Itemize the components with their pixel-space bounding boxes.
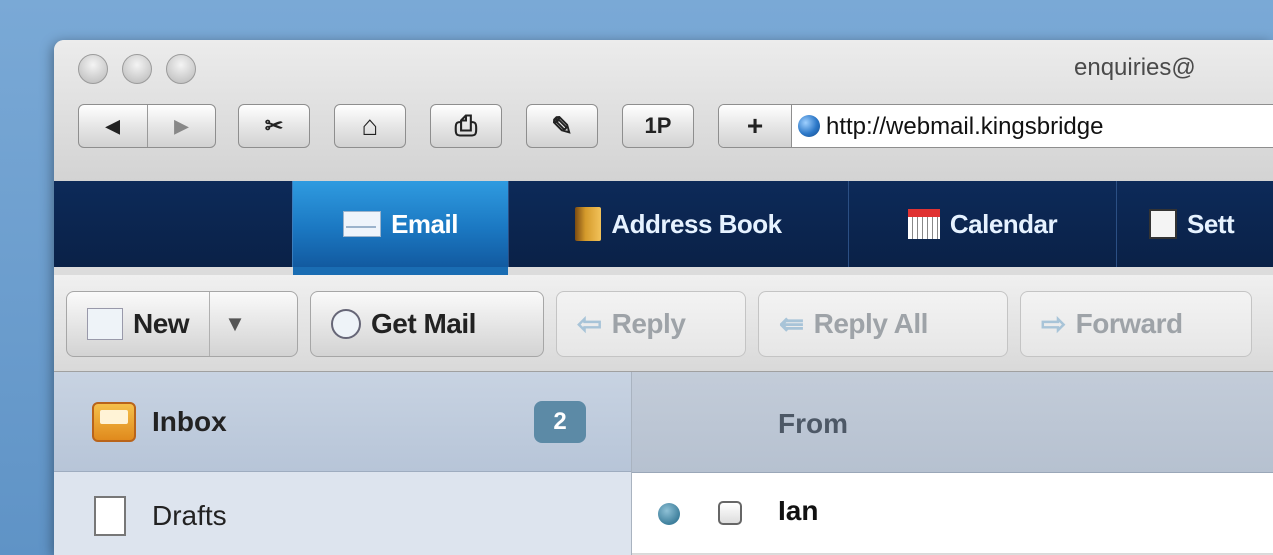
address-book-icon xyxy=(575,207,602,241)
new-label: New xyxy=(133,308,190,339)
new-dropdown-button[interactable]: ▼ xyxy=(210,292,259,356)
reply-all-button[interactable]: ⇚ Reply All xyxy=(758,291,1008,357)
app-nav: Email Address Book Calendar Sett xyxy=(54,181,1273,275)
get-mail-label: Get Mail xyxy=(371,308,476,339)
reply-label: Reply xyxy=(611,308,686,339)
message-sender: Ian xyxy=(778,495,819,526)
printer-icon: ⎙ xyxy=(454,109,478,141)
pencil-icon: ✎ xyxy=(551,110,573,141)
compose-icon xyxy=(87,308,123,340)
reply-all-label: Reply All xyxy=(813,308,929,339)
window-controls xyxy=(78,54,196,84)
url-field[interactable]: http://webmail.kingsbridge xyxy=(826,105,1103,147)
tab-email[interactable]: Email xyxy=(292,181,508,275)
folder-drafts[interactable]: Drafts xyxy=(54,476,631,555)
back-forward-control: ◀ ▶ xyxy=(78,104,216,148)
forward-arrow-icon: ⇨ xyxy=(1041,307,1066,341)
browser-window: enquiries@ ◀ ▶ ✂ ⌂ ⎙ ✎ 1P + http://webma… xyxy=(54,40,1273,555)
close-window-button[interactable] xyxy=(78,54,108,84)
get-mail-button[interactable]: Get Mail xyxy=(310,291,544,357)
tab-address-book[interactable]: Address Book xyxy=(508,181,848,267)
calendar-icon xyxy=(907,209,940,239)
address-bar: + http://webmail.kingsbridge xyxy=(718,104,1273,148)
back-arrow-icon: ◀ xyxy=(105,115,120,136)
reply-all-arrow-icon: ⇚ xyxy=(779,307,804,341)
tab-label: Email xyxy=(391,208,458,239)
tab-label: Sett xyxy=(1187,208,1235,239)
folder-inbox[interactable]: Inbox 2 xyxy=(54,372,631,472)
clip-button[interactable]: ✂ xyxy=(238,104,310,148)
print-button[interactable]: ⎙ xyxy=(430,104,502,148)
minimize-window-button[interactable] xyxy=(122,54,152,84)
unread-count-badge: 2 xyxy=(534,401,586,443)
envelope-icon xyxy=(343,211,382,237)
new-message-button[interactable]: New xyxy=(67,292,209,356)
forward-button[interactable]: ▶ xyxy=(148,105,216,147)
mail-toolbar: New ▼ Get Mail ⇦ Reply ⇚ Reply All ⇨ For… xyxy=(54,275,1273,372)
tab-settings[interactable]: Sett xyxy=(1116,181,1273,267)
globe-icon xyxy=(798,115,820,137)
add-bookmark-button[interactable]: + xyxy=(719,105,792,147)
document-icon xyxy=(94,496,126,536)
message-list-header: From xyxy=(632,372,1273,473)
settings-icon xyxy=(1149,209,1177,239)
folder-sidebar: Inbox 2 Drafts xyxy=(54,372,632,555)
edit-button[interactable]: ✎ xyxy=(526,104,598,148)
forward-label: Forward xyxy=(1075,308,1183,339)
reply-button[interactable]: ⇦ Reply xyxy=(556,291,746,357)
home-icon: ⌂ xyxy=(361,110,379,141)
table-row[interactable]: Ian xyxy=(632,473,1273,554)
new-message-control: New ▼ xyxy=(66,291,298,357)
row-checkbox[interactable] xyxy=(718,501,742,525)
chevron-down-icon: ▼ xyxy=(224,311,246,336)
scissors-icon: ✂ xyxy=(264,113,284,138)
column-header-from[interactable]: From xyxy=(778,408,848,440)
zoom-window-button[interactable] xyxy=(166,54,196,84)
back-button[interactable]: ◀ xyxy=(79,105,147,147)
tab-label: Calendar xyxy=(949,208,1058,239)
onepassword-label: 1P xyxy=(644,113,672,138)
browser-chrome: enquiries@ ◀ ▶ ✂ ⌂ ⎙ ✎ 1P + http://webma… xyxy=(54,40,1273,182)
folder-label: Drafts xyxy=(152,500,227,531)
home-button[interactable]: ⌂ xyxy=(334,104,406,148)
inbox-icon xyxy=(92,401,136,442)
get-mail-icon xyxy=(331,309,361,339)
unread-dot-icon[interactable] xyxy=(658,503,680,525)
plus-icon: + xyxy=(746,110,764,141)
forward-message-button[interactable]: ⇨ Forward xyxy=(1020,291,1252,357)
folder-label: Inbox xyxy=(152,405,227,437)
tab-calendar[interactable]: Calendar xyxy=(848,181,1116,267)
onepassword-button[interactable]: 1P xyxy=(622,104,694,148)
forward-arrow-icon: ▶ xyxy=(174,115,189,136)
reply-arrow-icon: ⇦ xyxy=(577,307,602,341)
tab-label: Address Book xyxy=(611,208,782,239)
window-title: enquiries@ xyxy=(1074,54,1196,81)
